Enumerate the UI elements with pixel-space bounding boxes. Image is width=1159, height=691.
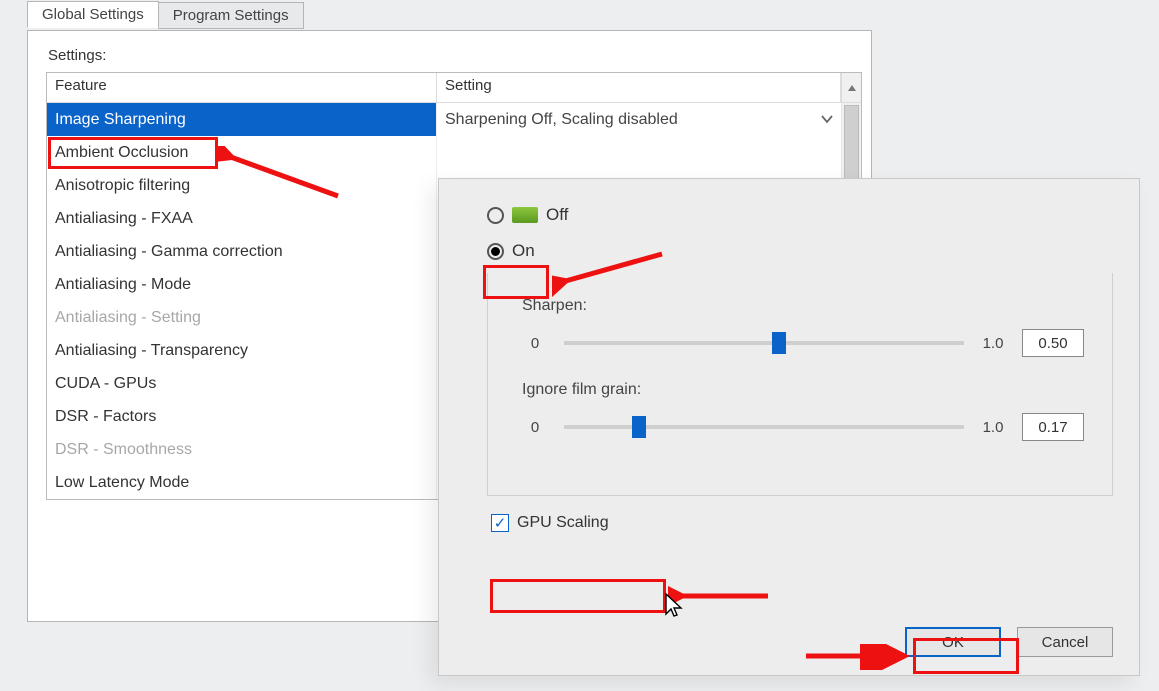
column-header-setting[interactable]: Setting (437, 73, 841, 102)
grain-min: 0 (522, 419, 548, 436)
image-sharpening-dialog: Off On Sharpen: 0 1.0 0.50 Ignore film g… (438, 178, 1140, 676)
sharpen-value[interactable]: 0.50 (1022, 329, 1084, 357)
cancel-button[interactable]: Cancel (1017, 627, 1113, 657)
sharpen-slider-row: 0 1.0 0.50 (522, 329, 1084, 357)
gpu-scaling-label: GPU Scaling (517, 514, 609, 532)
radio-on-circle (487, 243, 504, 260)
feature-row[interactable]: CUDA - GPUs (47, 367, 436, 400)
feature-row[interactable]: Antialiasing - Setting (47, 301, 436, 334)
gpu-scaling-checkbox[interactable]: ✓ GPU Scaling (491, 514, 1113, 532)
grain-slider-row: 0 1.0 0.17 (522, 413, 1084, 441)
radio-off-label: Off (546, 205, 568, 225)
feature-row[interactable]: Image Sharpening (47, 103, 436, 136)
feature-row[interactable]: Antialiasing - FXAA (47, 202, 436, 235)
sharpen-thumb[interactable] (772, 332, 786, 354)
checkbox-icon: ✓ (491, 514, 509, 532)
radio-on[interactable]: On (487, 241, 1113, 261)
radio-on-label: On (512, 241, 535, 261)
settings-label: Settings: (48, 47, 853, 64)
grain-slider[interactable] (564, 416, 964, 438)
dialog-buttons: OK Cancel (905, 627, 1113, 657)
grain-value[interactable]: 0.17 (1022, 413, 1084, 441)
feature-row[interactable]: DSR - Factors (47, 400, 436, 433)
nvidia-badge-icon (512, 207, 538, 223)
sharpen-max: 1.0 (980, 335, 1006, 352)
tab-global-settings[interactable]: Global Settings (27, 1, 159, 28)
feature-row[interactable]: Low Latency Mode (47, 466, 436, 499)
feature-row[interactable]: Anisotropic filtering (47, 169, 436, 202)
grain-max: 1.0 (980, 419, 1006, 436)
setting-dropdown-value: Sharpening Off, Scaling disabled (445, 111, 678, 129)
on-options-frame: Sharpen: 0 1.0 0.50 Ignore film grain: 0… (487, 273, 1113, 496)
feature-row[interactable]: DSR - Smoothness (47, 433, 436, 466)
sharpen-label: Sharpen: (522, 297, 1084, 315)
sharpen-slider[interactable] (564, 332, 964, 354)
sharpen-min: 0 (522, 335, 548, 352)
radio-off[interactable]: Off (487, 205, 1113, 225)
column-header-feature[interactable]: Feature (47, 73, 437, 102)
grain-label: Ignore film grain: (522, 381, 1084, 399)
feature-row[interactable]: Antialiasing - Mode (47, 268, 436, 301)
grain-thumb[interactable] (632, 416, 646, 438)
radio-off-circle (487, 207, 504, 224)
setting-dropdown[interactable]: Sharpening Off, Scaling disabled (437, 103, 841, 136)
tab-program-settings[interactable]: Program Settings (158, 2, 304, 29)
feature-row[interactable]: Ambient Occlusion (47, 136, 436, 169)
feature-column: Image SharpeningAmbient OcclusionAnisotr… (47, 103, 437, 499)
chevron-down-icon (821, 111, 833, 129)
feature-row[interactable]: Antialiasing - Gamma correction (47, 235, 436, 268)
feature-row[interactable]: Antialiasing - Transparency (47, 334, 436, 367)
ok-button[interactable]: OK (905, 627, 1001, 657)
scroll-up-button[interactable] (841, 73, 861, 102)
tabs: Global Settings Program Settings (27, 0, 303, 27)
